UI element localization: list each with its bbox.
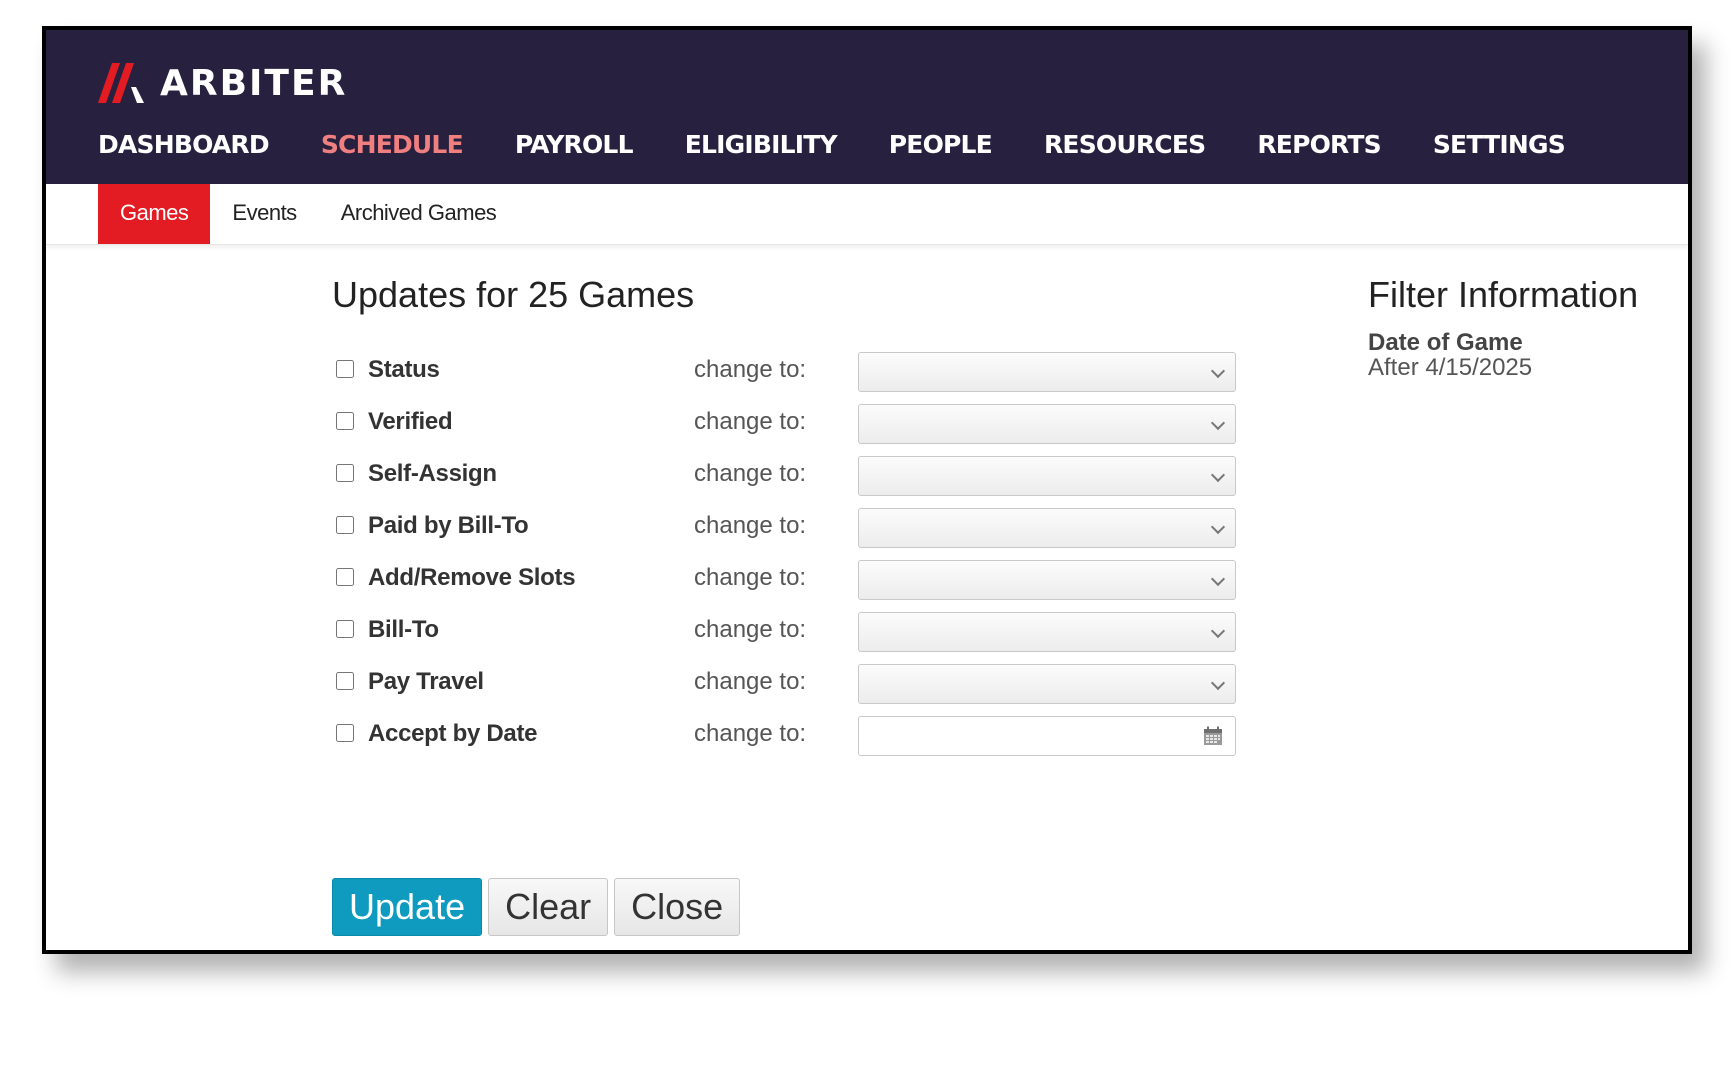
calendar-icon[interactable] (1203, 726, 1223, 746)
nav-schedule[interactable]: SCHEDULE (321, 130, 464, 159)
verified-checkbox[interactable] (336, 412, 354, 430)
change-to-label: change to: (694, 668, 807, 695)
verified-select[interactable] (858, 404, 1236, 444)
add-remove-slots-select[interactable] (858, 560, 1236, 600)
chevron-down-icon (1210, 415, 1226, 431)
arbiter-logo-icon (98, 63, 144, 103)
update-row-add-remove-slots: Add/Remove Slots change to: (336, 560, 1236, 602)
chevron-down-icon (1210, 623, 1226, 639)
bill-to-select[interactable] (858, 612, 1236, 652)
update-row-paid-by-bill-to: Paid by Bill-To change to: (336, 508, 1236, 550)
change-to-label: change to: (694, 408, 807, 435)
chevron-down-icon (1210, 467, 1226, 483)
change-to-label: change to: (694, 720, 807, 747)
nav-settings[interactable]: SETTINGS (1433, 130, 1566, 159)
bill-to-label: Bill-To (368, 616, 439, 643)
page-title: Updates for 25 Games (332, 274, 695, 315)
chevron-down-icon (1210, 519, 1226, 535)
action-buttons: Update Clear Close (332, 878, 746, 936)
brand-name: ARBITER (160, 62, 348, 104)
change-to-label: change to: (694, 616, 807, 643)
tab-games[interactable]: Games (98, 184, 211, 244)
paid-by-bill-to-checkbox[interactable] (336, 516, 354, 534)
update-row-verified: Verified change to: (336, 404, 1236, 446)
app-window: ARBITER DASHBOARD SCHEDULE PAYROLL ELIGI… (42, 26, 1692, 954)
self-assign-label: Self-Assign (368, 460, 497, 487)
tab-events[interactable]: Events (210, 184, 318, 244)
accept-by-date-label: Accept by Date (368, 720, 538, 747)
change-to-label: change to: (694, 564, 807, 591)
chevron-down-icon (1210, 675, 1226, 691)
top-navigation-bar: ARBITER DASHBOARD SCHEDULE PAYROLL ELIGI… (46, 30, 1688, 184)
change-to-label: change to: (694, 460, 807, 487)
self-assign-select[interactable] (858, 456, 1236, 496)
accept-by-date-input[interactable] (858, 716, 1236, 756)
add-remove-slots-checkbox[interactable] (336, 568, 354, 586)
update-row-accept-by-date: Accept by Date change to: (336, 716, 1236, 758)
accept-by-date-checkbox[interactable] (336, 724, 354, 742)
paid-by-bill-to-select[interactable] (858, 508, 1236, 548)
sub-navigation: Games Events Archived Games (46, 184, 1688, 245)
bill-to-checkbox[interactable] (336, 620, 354, 638)
nav-people[interactable]: PEOPLE (889, 130, 993, 159)
add-remove-slots-label: Add/Remove Slots (368, 564, 576, 591)
subnav-tabs: Games Events Archived Games (98, 184, 518, 244)
self-assign-checkbox[interactable] (336, 464, 354, 482)
status-checkbox[interactable] (336, 360, 354, 378)
nav-dashboard[interactable]: DASHBOARD (98, 130, 270, 159)
filter-info-title: Filter Information (1368, 274, 1639, 315)
update-row-bill-to: Bill-To change to: (336, 612, 1236, 654)
nav-payroll[interactable]: PAYROLL (515, 130, 634, 159)
update-row-status: Status change to: (336, 352, 1236, 394)
nav-resources[interactable]: RESOURCES (1044, 130, 1206, 159)
filter-label: Date of Game (1368, 329, 1523, 356)
change-to-label: change to: (694, 512, 807, 539)
change-to-label: change to: (694, 356, 807, 383)
status-select[interactable] (858, 352, 1236, 392)
pay-travel-label: Pay Travel (368, 668, 484, 695)
main-nav: DASHBOARD SCHEDULE PAYROLL ELIGIBILITY P… (98, 130, 1617, 159)
brand-logo[interactable]: ARBITER (98, 60, 347, 106)
nav-reports[interactable]: REPORTS (1257, 130, 1381, 159)
nav-eligibility[interactable]: ELIGIBILITY (685, 130, 838, 159)
chevron-down-icon (1210, 571, 1226, 587)
pay-travel-checkbox[interactable] (336, 672, 354, 690)
clear-button[interactable]: Clear (488, 878, 609, 936)
pay-travel-select[interactable] (858, 664, 1236, 704)
chevron-down-icon (1210, 363, 1226, 379)
main-content: Updates for 25 Games Filter Information … (46, 244, 1688, 950)
update-row-pay-travel: Pay Travel change to: (336, 664, 1236, 706)
update-button[interactable]: Update (332, 878, 483, 936)
filter-value: After 4/15/2025 (1368, 354, 1533, 381)
tab-archived-games[interactable]: Archived Games (319, 184, 519, 244)
verified-label: Verified (368, 408, 453, 435)
status-label: Status (368, 356, 440, 383)
update-row-self-assign: Self-Assign change to: (336, 456, 1236, 498)
paid-by-bill-to-label: Paid by Bill-To (368, 512, 529, 539)
close-button[interactable]: Close (614, 878, 741, 936)
